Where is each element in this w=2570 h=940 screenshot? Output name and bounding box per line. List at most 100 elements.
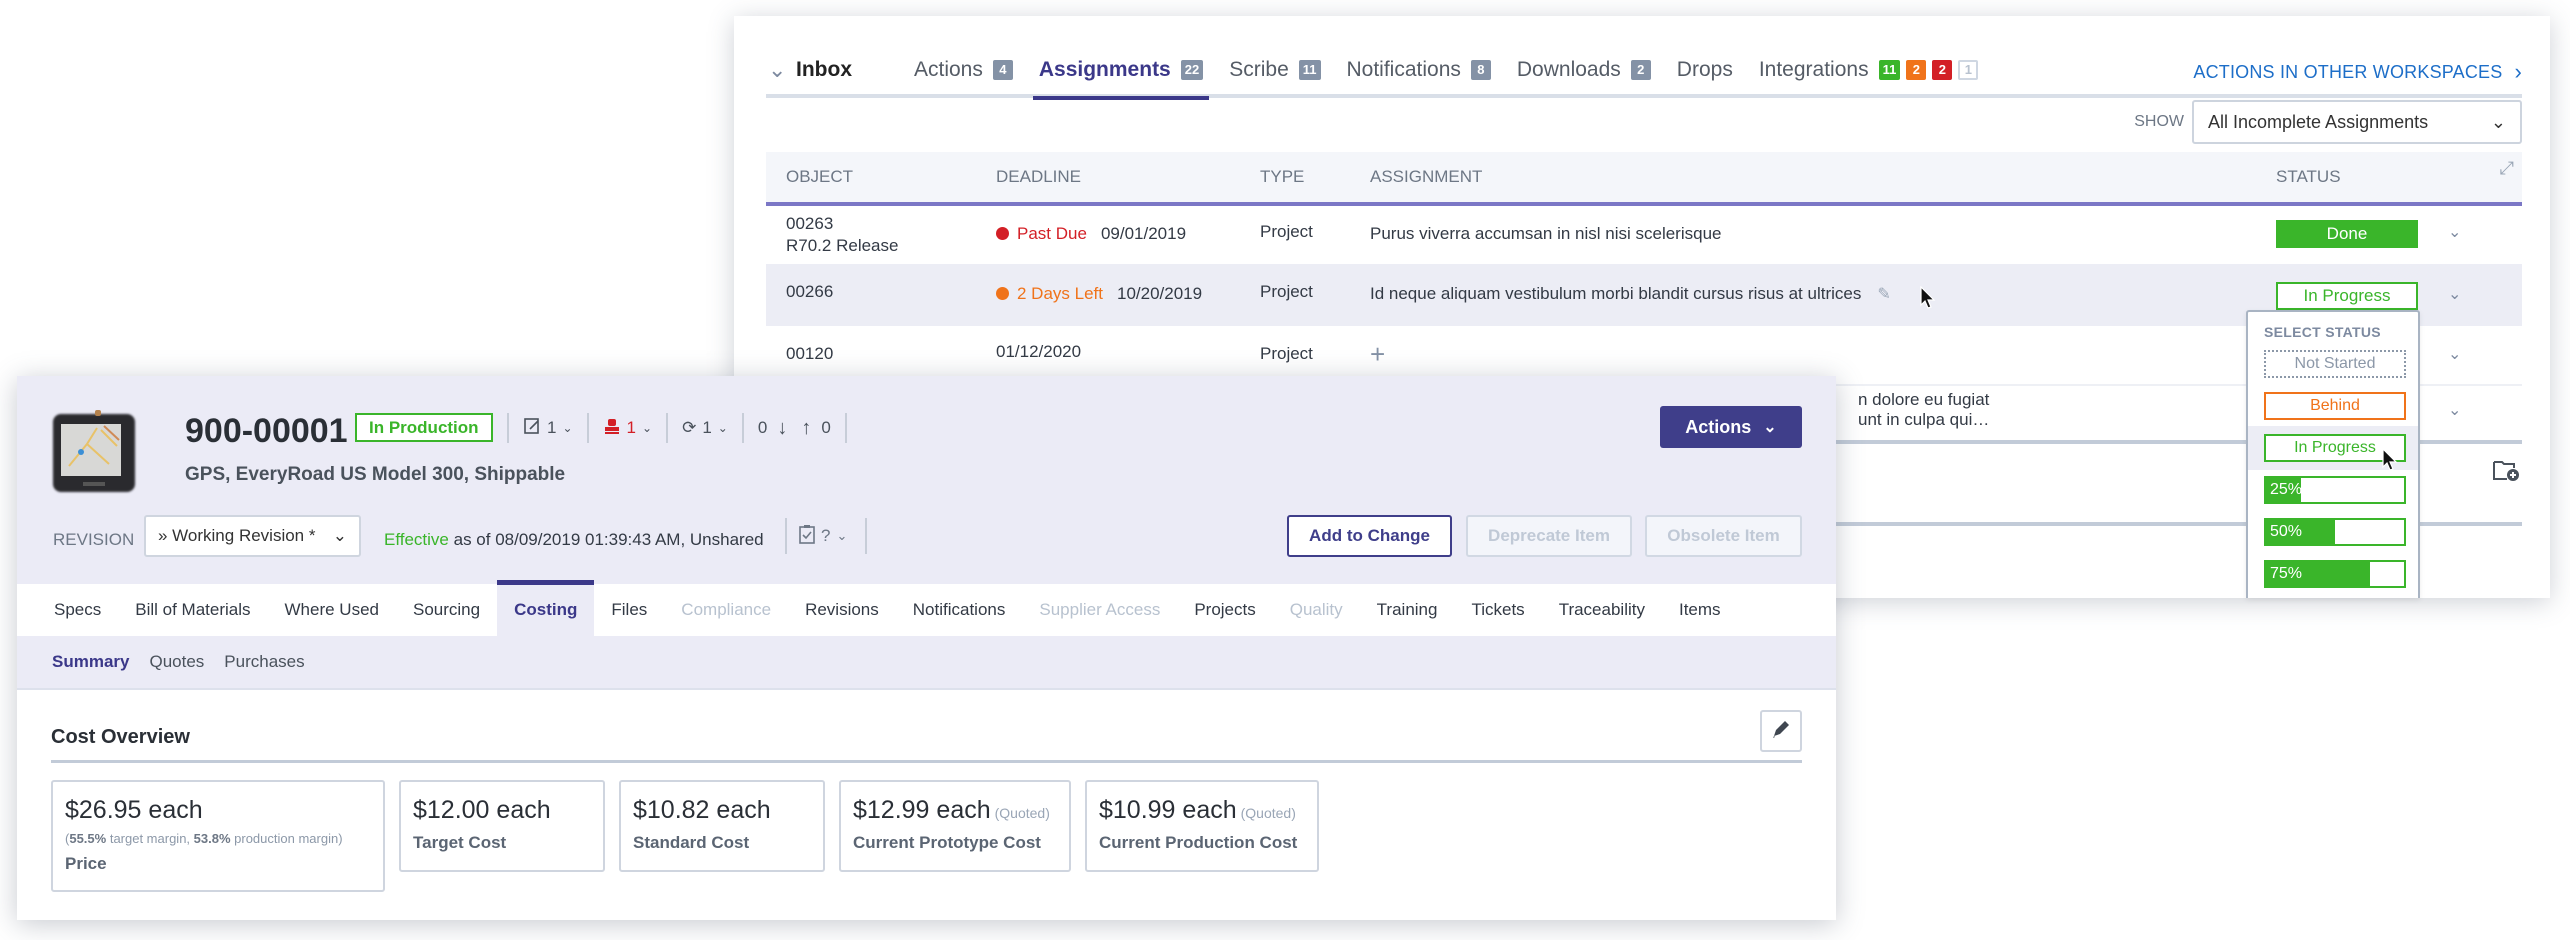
tab-traceability[interactable]: Traceability — [1542, 584, 1662, 636]
actions-button[interactable]: Actions ⌄ — [1660, 406, 1802, 448]
tab-revisions[interactable]: Revisions — [788, 584, 896, 636]
status-button[interactable]: Done — [2276, 220, 2418, 248]
collapse-chevron-icon[interactable]: ⌄ — [766, 57, 796, 83]
chevron-down-icon[interactable]: ⌄ — [2448, 222, 2461, 242]
tab-scribe[interactable]: Scribe 11 — [1229, 44, 1321, 96]
tab-notifications[interactable]: Notifications 8 — [1347, 44, 1491, 96]
cost-card-prototype: $12.99 each (Quoted) Current Prototype Co… — [839, 780, 1071, 872]
chevron-down-icon[interactable]: ⌄ — [2448, 344, 2461, 364]
cost-cards: $26.95 each (55.5% target margin, 53.8% … — [51, 780, 1333, 892]
cost-label: Current Prototype Cost — [853, 833, 1041, 852]
revision-select[interactable]: » Working Revision * ⌄ — [144, 515, 361, 557]
column-header-object[interactable]: OBJECT — [786, 167, 853, 187]
cost-card-target: $12.00 each Target Cost — [399, 780, 605, 872]
tab-drops[interactable]: Drops — [1677, 44, 1733, 96]
tab-items[interactable]: Items — [1662, 584, 1738, 636]
chevron-down-icon[interactable]: ⌄ — [2448, 400, 2461, 420]
cycles-count: 1 — [702, 418, 712, 437]
changes-count: 1 — [547, 418, 557, 437]
margin-note: (55.5% target margin, 53.8% production m… — [65, 831, 343, 846]
assignment-text: Id neque aliquam vestibulum morbi blandi… — [1370, 284, 1862, 303]
type-cell: Project — [1260, 222, 1313, 241]
type-cell: Project — [1260, 344, 1313, 363]
tab-tickets[interactable]: Tickets — [1454, 584, 1541, 636]
status-option-50-percent[interactable]: 50% — [2264, 518, 2406, 546]
deprecate-item-button[interactable]: Deprecate Item — [1466, 515, 1632, 557]
subtab-quotes[interactable]: Quotes — [149, 652, 204, 672]
count-badge: 22 — [1180, 60, 1204, 80]
tab-costing[interactable]: Costing — [497, 580, 595, 636]
add-to-change-button[interactable]: Add to Change — [1287, 515, 1452, 557]
expand-icon[interactable]: ⤢ — [2500, 158, 2514, 179]
relationship-counter[interactable]: 0 ↓ ↑ 0 — [741, 413, 847, 443]
margin-text: target margin, — [106, 831, 194, 846]
actions-other-workspaces-link[interactable]: ACTIONS IN OTHER WORKSPACES › — [2193, 46, 2522, 98]
show-filter-select[interactable]: All Incomplete Assignments ⌄ — [2192, 100, 2522, 144]
status-option-75-percent[interactable]: 75% — [2264, 560, 2406, 588]
tab-sourcing[interactable]: Sourcing — [396, 584, 497, 636]
tab-actions[interactable]: Actions 4 — [914, 44, 1013, 96]
tab-notifications[interactable]: Notifications — [896, 584, 1023, 636]
item-thumbnail-gps-image[interactable] — [49, 406, 141, 498]
add-assignment-plus-icon[interactable]: + — [1370, 341, 1385, 367]
chevron-down-icon: ⌄ — [836, 528, 848, 543]
checklist-menu[interactable]: ? ⌄ — [785, 518, 868, 554]
tab-training[interactable]: Training — [1360, 584, 1455, 636]
quoted-qualifier: (Quoted) — [994, 805, 1050, 821]
stamps-counter[interactable]: 1 ⌄ — [586, 413, 667, 443]
column-header-assignment[interactable]: ASSIGNMENT — [1370, 167, 1482, 187]
tab-bill-of-materials[interactable]: Bill of Materials — [118, 584, 267, 636]
deadline-date: 10/20/2019 — [1117, 284, 1203, 303]
tab-projects[interactable]: Projects — [1177, 584, 1272, 636]
tab-label: Assignments — [1038, 58, 1171, 81]
chevron-down-icon[interactable]: ⌄ — [2448, 284, 2461, 304]
inbox-tab-bar: ⌄ Inbox Actions 4 Assignments 22 Scribe … — [766, 44, 2522, 100]
cost-card-price: $26.95 each (55.5% target margin, 53.8% … — [51, 780, 385, 892]
tab-specs[interactable]: Specs — [37, 584, 118, 636]
tab-files[interactable]: Files — [594, 584, 664, 636]
item-counters: 1 ⌄ 1 ⌄ ⟳ 1 ⌄ 0 ↓ ↑ 0 — [507, 410, 847, 446]
chevron-down-icon: ⌄ — [2490, 111, 2506, 132]
cost-label: Target Cost — [413, 833, 507, 852]
edit-cost-button[interactable] — [1760, 710, 1802, 752]
column-header-deadline[interactable]: DEADLINE — [996, 167, 1081, 187]
count-badge: 4 — [992, 60, 1013, 80]
select-status-dropdown: SELECT STATUS Not Started Behind In Prog… — [2246, 310, 2420, 598]
obsolete-item-button[interactable]: Obsolete Item — [1645, 515, 1802, 557]
option-label: 50% — [2270, 523, 2303, 540]
cost-label: Standard Cost — [633, 833, 750, 852]
tab-where-used[interactable]: Where Used — [268, 584, 396, 636]
cost-label: Current Production Cost — [1099, 833, 1298, 852]
table-row[interactable]: 00263 R70.2 Release Past Due 09/01/2019 P… — [766, 206, 2522, 264]
column-header-type[interactable]: TYPE — [1260, 167, 1304, 187]
lifecycle-badge[interactable]: In Production — [355, 413, 493, 442]
add-folder-icon[interactable] — [2492, 458, 2520, 487]
changes-counter[interactable]: 1 ⌄ — [507, 413, 587, 443]
tab-label: Drops — [1676, 58, 1733, 81]
column-header-status[interactable]: STATUS — [2276, 167, 2341, 187]
object-cell[interactable]: 00120 — [786, 344, 833, 364]
revision-status: Effective as of 08/09/2019 01:39:43 AM, … — [384, 530, 764, 550]
object-cell[interactable]: 00266 — [786, 282, 833, 302]
status-button[interactable]: In Progress — [2276, 282, 2418, 310]
cycles-counter[interactable]: ⟳ 1 ⌄ — [666, 413, 742, 443]
status-option-not-started[interactable]: Not Started — [2264, 350, 2406, 378]
select-value: » Working Revision * — [158, 526, 316, 545]
tab-integrations[interactable]: Integrations 11 2 2 1 — [1759, 44, 1979, 96]
subtab-summary[interactable]: Summary — [52, 652, 129, 672]
chevron-down-icon: ⌄ — [717, 421, 728, 435]
pencil-icon[interactable]: ✎ — [1877, 286, 1890, 303]
tab-assignments[interactable]: Assignments 22 — [1032, 44, 1210, 100]
status-option-behind[interactable]: Behind — [2264, 392, 2406, 420]
cost-value: $12.99 each (Quoted) — [853, 796, 1057, 825]
cost-amount: $10.99 each — [1099, 796, 1237, 824]
subtab-purchases[interactable]: Purchases — [224, 652, 304, 672]
tab-downloads[interactable]: Downloads 2 — [1517, 44, 1651, 96]
object-cell[interactable]: 00263 R70.2 Release — [786, 214, 898, 256]
cost-value: $26.95 each — [65, 796, 203, 824]
clipboard-check-icon — [799, 524, 815, 549]
deadline-cell: Past Due 09/01/2019 — [996, 224, 1186, 244]
cost-amount: $12.99 each — [853, 796, 991, 824]
status-option-25-percent[interactable]: 25% — [2264, 476, 2406, 504]
chevron-down-icon: ⌄ — [1763, 419, 1777, 436]
